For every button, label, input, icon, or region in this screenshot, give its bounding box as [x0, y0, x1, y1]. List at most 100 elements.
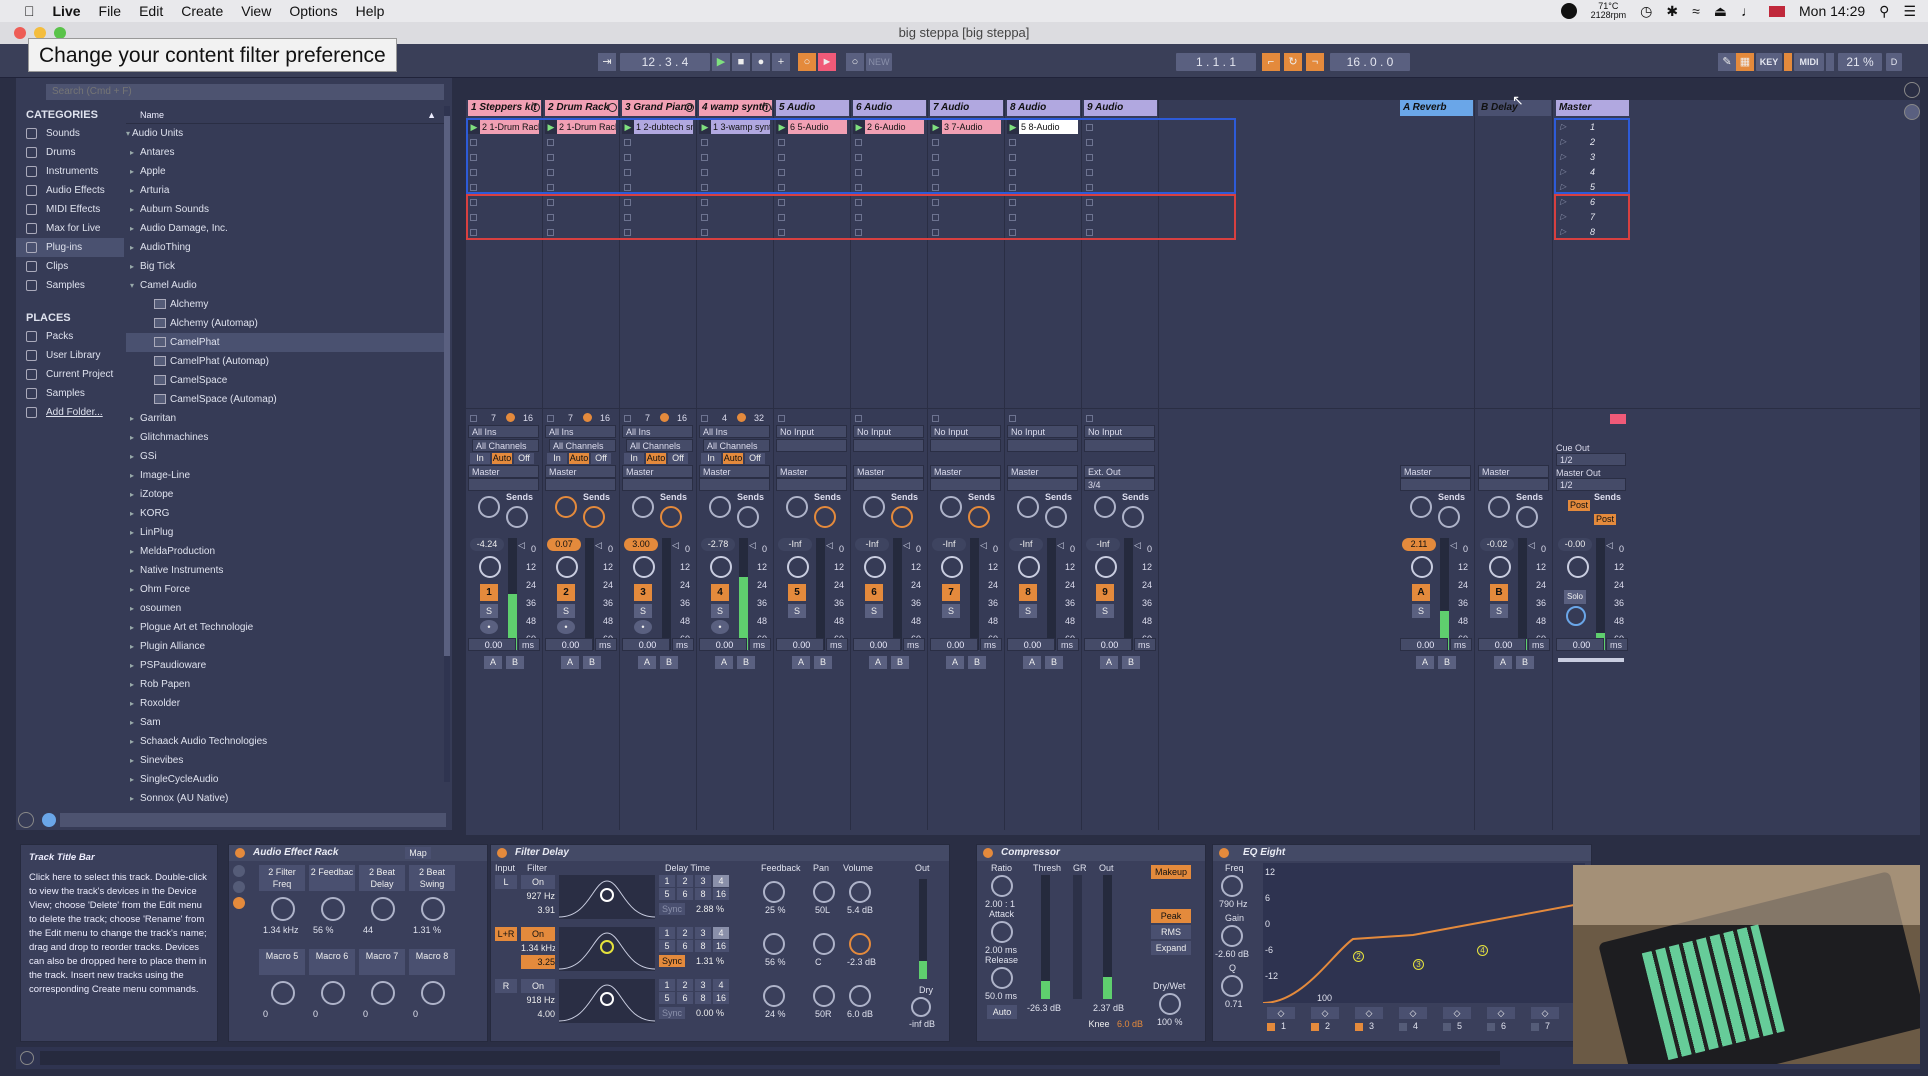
browser-item[interactable]: ▸ SingleCycleAudio [126, 770, 444, 789]
place-packs[interactable]: Packs [16, 327, 124, 346]
fd-sync-button[interactable]: Sync [659, 1007, 685, 1019]
eq-title[interactable]: EQ Eight [1213, 845, 1591, 861]
monitor-off-button[interactable]: Off [745, 453, 765, 464]
fd-delay-step[interactable]: 6 [677, 992, 693, 1004]
expand-arrow-icon[interactable]: ▸ [130, 257, 134, 276]
punch-out-button[interactable]: ¬ [1306, 53, 1324, 71]
eject-icon[interactable]: ⏏ [1714, 3, 1727, 20]
eq-gain-knob[interactable] [1221, 925, 1243, 947]
clip-stop-all-icon[interactable] [932, 415, 939, 422]
track-delay-unit[interactable]: ms [749, 638, 771, 651]
output-type-dropdown[interactable]: Ext. Out [1084, 465, 1155, 478]
eq-band-filter-type[interactable]: ◇ [1399, 1007, 1427, 1019]
crossfade-a-button[interactable]: A [715, 656, 733, 669]
expand-arrow-icon[interactable]: ▸ [130, 599, 134, 618]
macro-knob[interactable] [371, 897, 395, 921]
eq-band-filter-type[interactable]: ◇ [1531, 1007, 1559, 1019]
browser-item[interactable]: CamelSpace (Automap) [126, 390, 444, 409]
fd-sync-button[interactable]: Sync [659, 903, 685, 915]
scene-play-icon[interactable]: ▷ [1560, 165, 1566, 179]
solo-button[interactable]: S [634, 604, 652, 618]
fd-dry-knob[interactable] [911, 997, 931, 1017]
fd-pan-knob[interactable] [813, 881, 835, 903]
time-machine-icon[interactable]: ◷ [1640, 3, 1652, 20]
scene-play-icon[interactable]: ▷ [1560, 225, 1566, 239]
eq-q-knob[interactable] [1221, 975, 1243, 997]
menu-live[interactable]: Live [44, 3, 90, 19]
track-delay-unit[interactable]: ms [672, 638, 694, 651]
output-type-dropdown[interactable]: Master [468, 465, 539, 478]
monitor-in-button[interactable]: In [624, 453, 644, 464]
input-type-dropdown[interactable]: All Ins [468, 425, 539, 438]
expand-arrow-icon[interactable]: ▸ [130, 428, 134, 447]
send-a-knob[interactable] [632, 496, 654, 518]
volume-field[interactable]: 2.11 [1402, 538, 1436, 551]
browser-item[interactable]: ▸ Schaack Audio Technologies [126, 732, 444, 751]
track-activator-button[interactable]: 1 [480, 584, 498, 601]
post-button-a[interactable]: Post [1568, 500, 1590, 511]
comp-expand-button[interactable]: Expand [1151, 941, 1191, 955]
re-enable-automation-button[interactable]: ► [818, 53, 836, 71]
macro-name[interactable]: Macro 8 [409, 949, 455, 975]
track-delay-unit[interactable]: ms [1606, 638, 1628, 651]
macro-name[interactable]: Macro 5 [259, 949, 305, 975]
browser-item[interactable]: CamelPhat (Automap) [126, 352, 444, 371]
input-channel-dropdown[interactable]: All Channels [472, 439, 539, 452]
menu-create[interactable]: Create [172, 3, 232, 19]
scene-launch-button[interactable]: ▷ 6 [1558, 195, 1627, 209]
fd-delay-step[interactable]: 8 [695, 888, 711, 900]
menubar-clock[interactable]: Mon 14:29 [1799, 3, 1865, 19]
send-a-knob[interactable] [1094, 496, 1116, 518]
scene-launch-button[interactable]: ▷ 2 [1558, 135, 1627, 149]
volume-icon[interactable]: ♩ [1741, 3, 1755, 19]
menu-help[interactable]: Help [347, 3, 394, 19]
output-channel-dropdown[interactable] [1478, 478, 1549, 491]
fd-volume-knob[interactable] [849, 933, 871, 955]
pan-knob[interactable] [710, 556, 732, 578]
fd-delay-step[interactable]: 5 [659, 940, 675, 952]
flag-icon[interactable] [1769, 5, 1785, 17]
crossfade-b-button[interactable]: B [1045, 656, 1063, 669]
browser-search-input[interactable] [46, 84, 444, 100]
crossfade-a-button[interactable]: A [869, 656, 887, 669]
fd-volume-knob[interactable] [849, 985, 871, 1007]
comp-makeup-button[interactable]: Makeup [1151, 865, 1191, 879]
fd-filter-display[interactable] [559, 927, 655, 971]
crossfade-b-button[interactable]: B [506, 656, 524, 669]
track-fold-icon[interactable] [608, 103, 617, 112]
output-type-dropdown[interactable]: Master [776, 465, 847, 478]
eq-band-filter-type[interactable]: ◇ [1443, 1007, 1471, 1019]
browser-item[interactable]: ▾ Camel Audio [126, 276, 444, 295]
fd-delay-step[interactable]: 16 [713, 992, 729, 1004]
fd-delay-step[interactable]: 5 [659, 992, 675, 1004]
browser-item[interactable]: ▸ AudioThing [126, 238, 444, 257]
fd-delay-step[interactable]: 16 [713, 888, 729, 900]
send-b-knob[interactable] [1122, 506, 1144, 528]
browser-item[interactable]: ▸ Auburn Sounds [126, 200, 444, 219]
send-b-knob[interactable] [583, 506, 605, 528]
browser-item[interactable]: ▸ iZotope [126, 485, 444, 504]
pan-knob[interactable] [1095, 556, 1117, 578]
fd-filter-display[interactable] [559, 875, 655, 919]
expand-arrow-icon[interactable]: ▸ [130, 485, 134, 504]
place-add-folder-[interactable]: Add Folder... [16, 403, 124, 422]
stop-button[interactable]: ■ [732, 53, 750, 71]
eq-band-filter-type[interactable]: ◇ [1311, 1007, 1339, 1019]
crossfade-b-button[interactable]: B [737, 656, 755, 669]
volume-field[interactable]: -Inf [1009, 538, 1043, 551]
track-delay-unit[interactable]: ms [1134, 638, 1156, 651]
pan-knob[interactable] [864, 556, 886, 578]
fd-delay-step[interactable]: 2 [677, 979, 693, 991]
input-channel-dropdown[interactable] [776, 439, 847, 452]
send-b-knob[interactable] [1516, 506, 1538, 528]
monitor-auto-button[interactable]: Auto [569, 453, 589, 464]
send-a-knob[interactable] [1017, 496, 1039, 518]
clip-stop-all-icon[interactable] [624, 415, 631, 422]
overdub-button[interactable]: + [772, 53, 790, 71]
monitor-auto-button[interactable]: Auto [646, 453, 666, 464]
track-activator-button[interactable]: 9 [1096, 584, 1114, 601]
post-button-b[interactable]: Post [1594, 514, 1616, 525]
macro-name[interactable]: 2 Feedbac [309, 865, 355, 891]
browser-item[interactable]: ▸ Arturia [126, 181, 444, 200]
crossfade-a-button[interactable]: A [946, 656, 964, 669]
